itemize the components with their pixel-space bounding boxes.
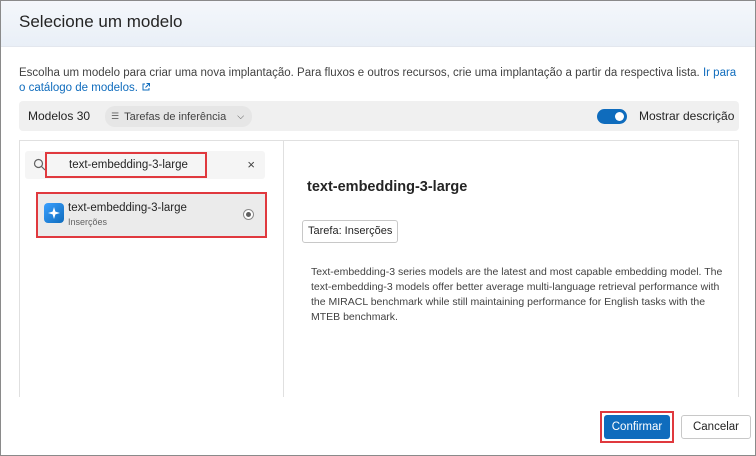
chevron-down-icon: ⌵ — [237, 111, 245, 121]
models-count: Modelos 30 — [28, 109, 91, 123]
description-text: Escolha um modelo para criar uma nova im… — [19, 67, 700, 79]
dialog-description: Escolha um modelo para criar uma nova im… — [19, 66, 741, 96]
show-description-label: Mostrar descrição — [639, 109, 735, 123]
clear-search-icon[interactable]: × — [247, 157, 255, 172]
search-highlight-box — [45, 152, 207, 178]
dialog-header: Selecione um modelo — [1, 1, 755, 47]
external-link-icon — [142, 83, 150, 91]
dialog-title: Selecione um modelo — [19, 12, 183, 31]
inference-tasks-filter[interactable]: ☰ Tarefas de inferência ⌵ — [105, 106, 253, 127]
model-item-highlight-box — [36, 192, 267, 238]
models-toolbar: Modelos 30 ☰ Tarefas de inferência ⌵ Mos… — [19, 101, 739, 131]
select-model-dialog: Selecione um modelo Escolha um modelo pa… — [0, 0, 756, 456]
cancel-button[interactable]: Cancelar — [681, 415, 751, 439]
inference-tasks-filter-label: Tarefas de inferência — [124, 110, 227, 123]
show-description-toggle[interactable] — [597, 109, 627, 124]
detail-description: Text-embedding-3 series models are the l… — [311, 266, 723, 323]
list-icon: ☰ — [111, 111, 120, 121]
confirm-highlight-box — [600, 411, 674, 443]
detail-title: text-embedding-3-large — [307, 179, 468, 195]
task-badge: Tarefa: Inserções — [302, 220, 399, 243]
toggle-knob — [615, 112, 624, 121]
